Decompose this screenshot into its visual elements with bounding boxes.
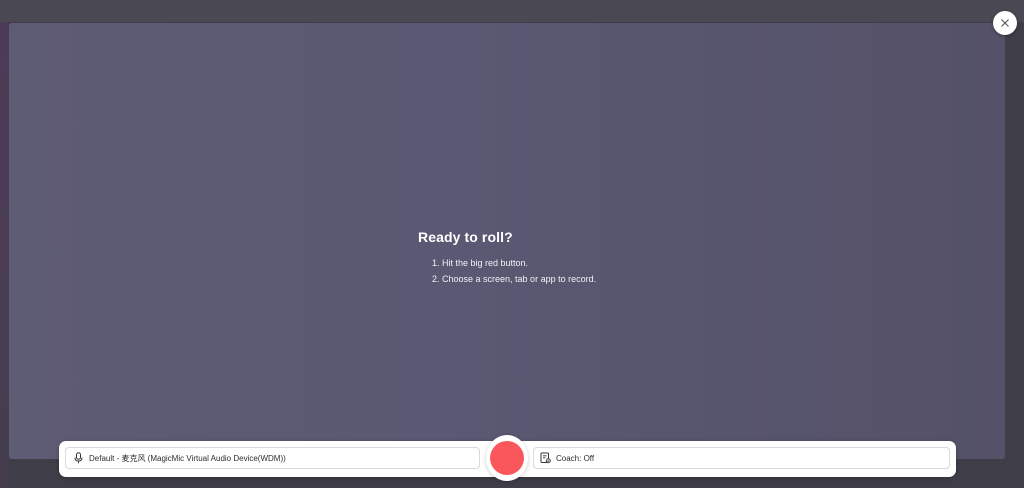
background-app-strip xyxy=(0,0,1024,22)
close-icon xyxy=(1001,19,1009,27)
record-button[interactable] xyxy=(490,441,524,475)
coach-label: Coach: Off xyxy=(556,453,595,463)
ready-step-1: 1. Hit the big red button. xyxy=(432,258,529,268)
microphone-icon xyxy=(74,452,83,464)
ready-step-2: 2. Choose a screen, tab or app to record… xyxy=(432,274,597,284)
coach-selector[interactable]: Coach: Off xyxy=(533,447,950,469)
microphone-selector[interactable]: Default - 麦克风 (MagicMic Virtual Audio De… xyxy=(65,447,480,469)
microphone-label: Default - 麦克风 (MagicMic Virtual Audio De… xyxy=(89,453,286,463)
ready-steps: 1. Hit the big red button. 2. Choose a s… xyxy=(418,255,596,287)
close-button[interactable] xyxy=(993,11,1017,35)
background-app-edge xyxy=(0,22,9,488)
recording-stage: Ready to roll? 1. Hit the big red button… xyxy=(9,23,1005,459)
ready-prompt: Ready to roll? 1. Hit the big red button… xyxy=(418,229,596,287)
coach-icon xyxy=(540,452,551,464)
ready-title: Ready to roll? xyxy=(418,229,513,245)
